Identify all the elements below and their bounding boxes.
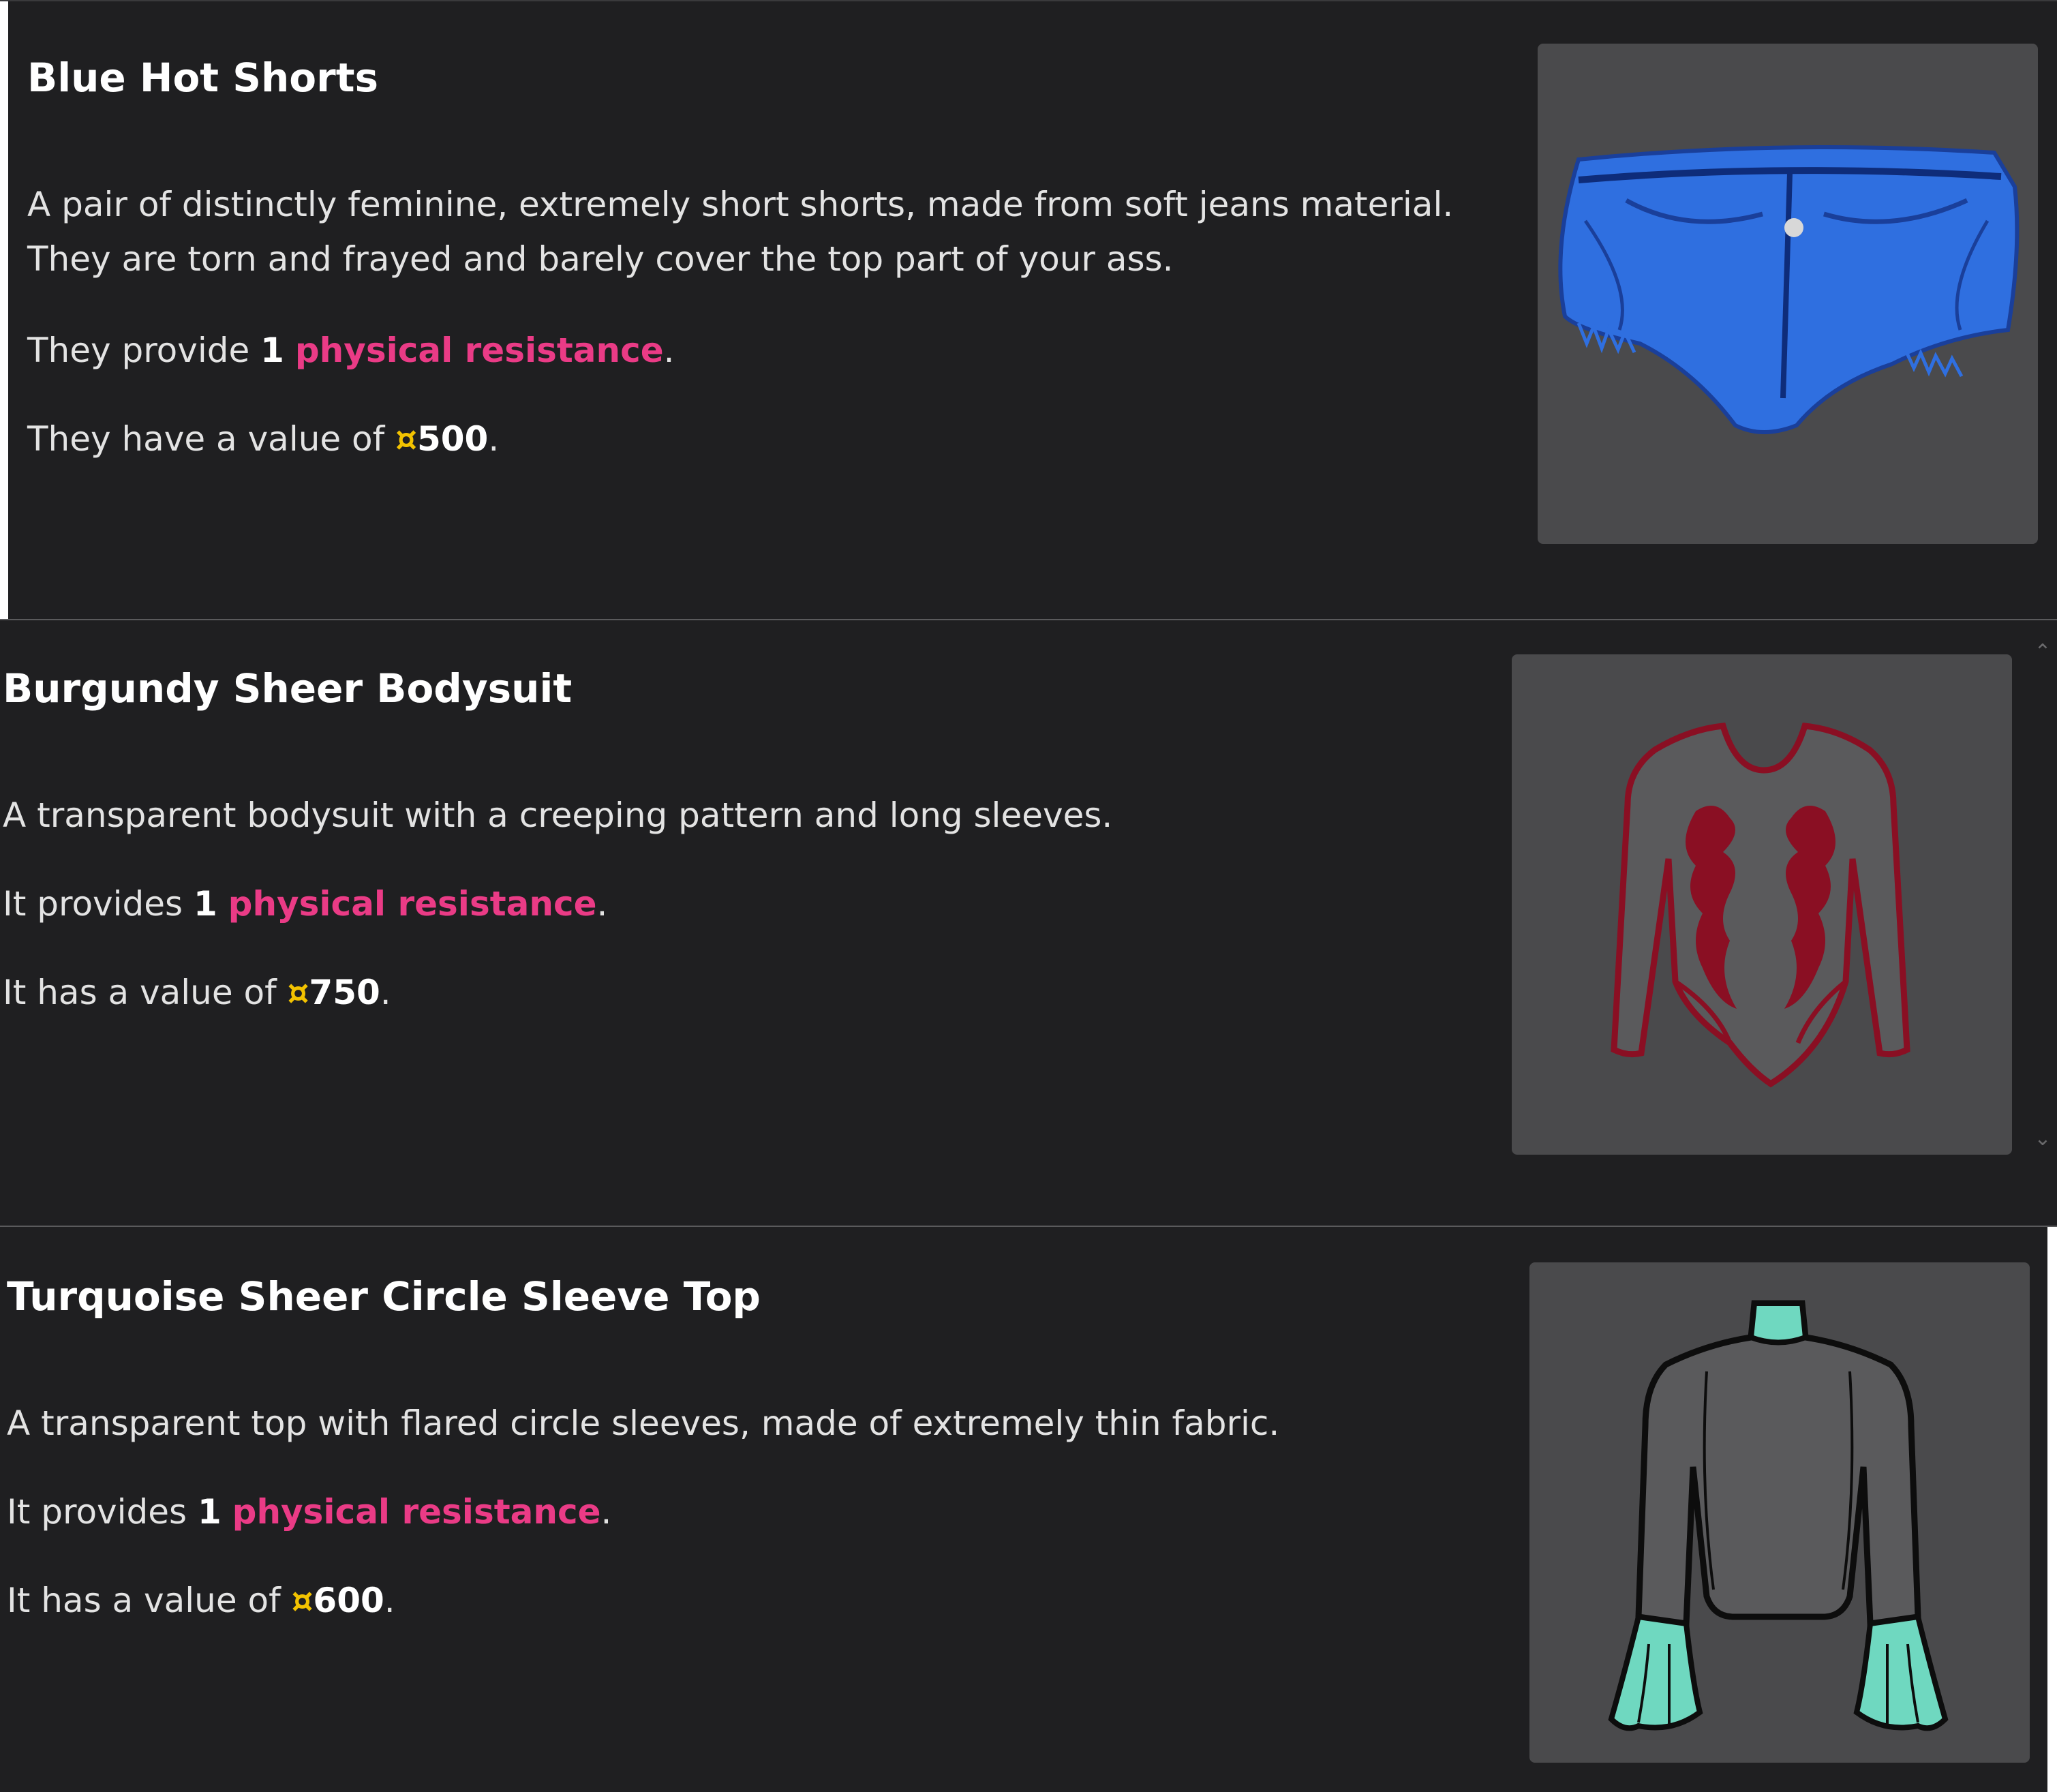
value-amount: 500 — [416, 419, 489, 459]
description-line-1: A transparent top with flared circle sle… — [7, 1403, 1280, 1443]
item-image — [1512, 654, 2012, 1155]
item-card-turquoise-sheer-circle-sleeve-top: Turquoise Sheer Circle Sleeve Top A tran… — [0, 1226, 2057, 1792]
item-resistance: It provides 1 physical resistance. — [7, 1492, 612, 1532]
resistance-amount: 1 — [193, 884, 217, 924]
item-title: Turquoise Sheer Circle Sleeve Top — [7, 1273, 761, 1320]
resistance-amount: 1 — [260, 331, 284, 370]
item-image — [1529, 1262, 2030, 1763]
item-title: Blue Hot Shorts — [27, 55, 378, 101]
item-title: Burgundy Sheer Bodysuit — [3, 665, 573, 712]
item-value: They have a value of ¤500. — [27, 419, 500, 459]
item-value: It has a value of ¤600. — [7, 1581, 395, 1620]
item-resistance: It provides 1 physical resistance. — [3, 884, 608, 924]
item-description: A pair of distinctly feminine, extremely… — [27, 177, 1453, 286]
denim-shorts-icon — [1558, 145, 2020, 434]
item-card-burgundy-sheer-bodysuit: ⌃ ⌄ Burgundy Sheer Bodysuit A transparen… — [0, 619, 2057, 1227]
currency-icon: ¤ — [291, 1581, 314, 1620]
description-line-1: A transparent bodysuit with a creeping p… — [3, 795, 1113, 835]
value-amount: 600 — [313, 1581, 384, 1620]
currency-icon: ¤ — [395, 419, 417, 459]
item-value: It has a value of ¤750. — [3, 973, 391, 1012]
item-description: A transparent top with flared circle sle… — [7, 1396, 1279, 1451]
description-line-2: They are torn and frayed and barely cove… — [27, 239, 1174, 279]
resistance-type-link[interactable]: physical resistance — [232, 1492, 601, 1532]
resistance-type-link[interactable]: physical resistance — [295, 331, 664, 370]
item-image — [1538, 44, 2038, 544]
item-description: A transparent bodysuit with a creeping p… — [3, 788, 1112, 842]
scroll-down-icon[interactable]: ⌄ — [2034, 1129, 2052, 1149]
circle-sleeve-top-icon — [1608, 1300, 1949, 1731]
currency-icon: ¤ — [287, 973, 309, 1012]
resistance-amount: 1 — [197, 1492, 222, 1532]
item-resistance: They provide 1 physical resistance. — [27, 331, 675, 370]
description-line-1: A pair of distinctly feminine, extremely… — [27, 185, 1454, 224]
scroll-up-icon[interactable]: ⌃ — [2034, 642, 2052, 663]
resistance-type-link[interactable]: physical resistance — [228, 884, 597, 924]
value-amount: 750 — [309, 973, 380, 1012]
item-card-blue-hot-shorts: Blue Hot Shorts A pair of distinctly fem… — [0, 0, 2057, 620]
bodysuit-icon — [1611, 723, 1910, 1088]
